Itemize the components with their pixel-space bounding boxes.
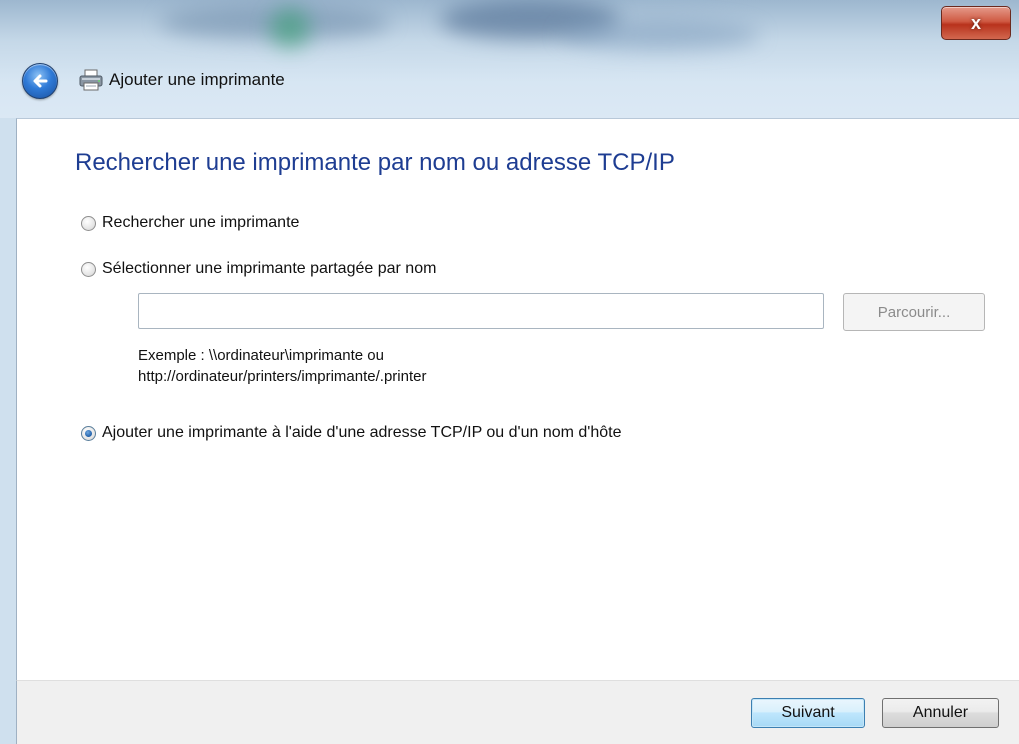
option-shared-by-name[interactable]: Sélectionner une imprimante partagée par…	[81, 260, 436, 278]
option-tcpip-hostname-label: Ajouter une imprimante à l'aide d'une ad…	[102, 424, 622, 441]
close-icon: x	[970, 12, 981, 33]
example-line-2: http://ordinateur/printers/imprimante/.p…	[138, 368, 427, 385]
option-tcpip-hostname[interactable]: Ajouter une imprimante à l'aide d'une ad…	[81, 424, 622, 442]
background-blur	[560, 20, 760, 50]
radio-shared-by-name[interactable]	[81, 261, 96, 277]
add-printer-window: x Ajouter une imprimante Rechercher une …	[0, 0, 1019, 744]
title-bar[interactable]: x Ajouter une imprimante	[0, 0, 1019, 118]
window-title: Ajouter une imprimante	[109, 70, 285, 89]
browse-button[interactable]: Parcourir...	[843, 293, 985, 331]
option-search-printer[interactable]: Rechercher une imprimante	[81, 214, 299, 232]
option-search-printer-label: Rechercher une imprimante	[102, 214, 300, 231]
wizard-footer: Suivant Annuler	[16, 680, 1019, 744]
radio-selected-dot	[85, 429, 92, 437]
option-shared-by-name-label: Sélectionner une imprimante partagée par…	[102, 260, 437, 277]
example-line-1: Exemple : \\ordinateur\imprimante ou	[138, 347, 384, 364]
radio-tcpip-hostname[interactable]	[81, 425, 96, 441]
background-blur	[270, 8, 310, 48]
back-button[interactable]	[22, 63, 58, 99]
printer-icon	[79, 69, 103, 91]
radio-search-printer[interactable]	[81, 215, 96, 231]
next-button[interactable]: Suivant	[751, 698, 865, 728]
example-text: Exemple : \\ordinateur\imprimante ou htt…	[138, 345, 426, 387]
wizard-content: Rechercher une imprimante par nom ou adr…	[16, 118, 1019, 681]
close-button[interactable]: x	[941, 6, 1011, 40]
page-heading: Rechercher une imprimante par nom ou adr…	[75, 149, 675, 176]
cancel-button[interactable]: Annuler	[882, 698, 999, 728]
back-arrow-icon	[33, 74, 48, 88]
shared-printer-name-input[interactable]	[138, 293, 824, 329]
